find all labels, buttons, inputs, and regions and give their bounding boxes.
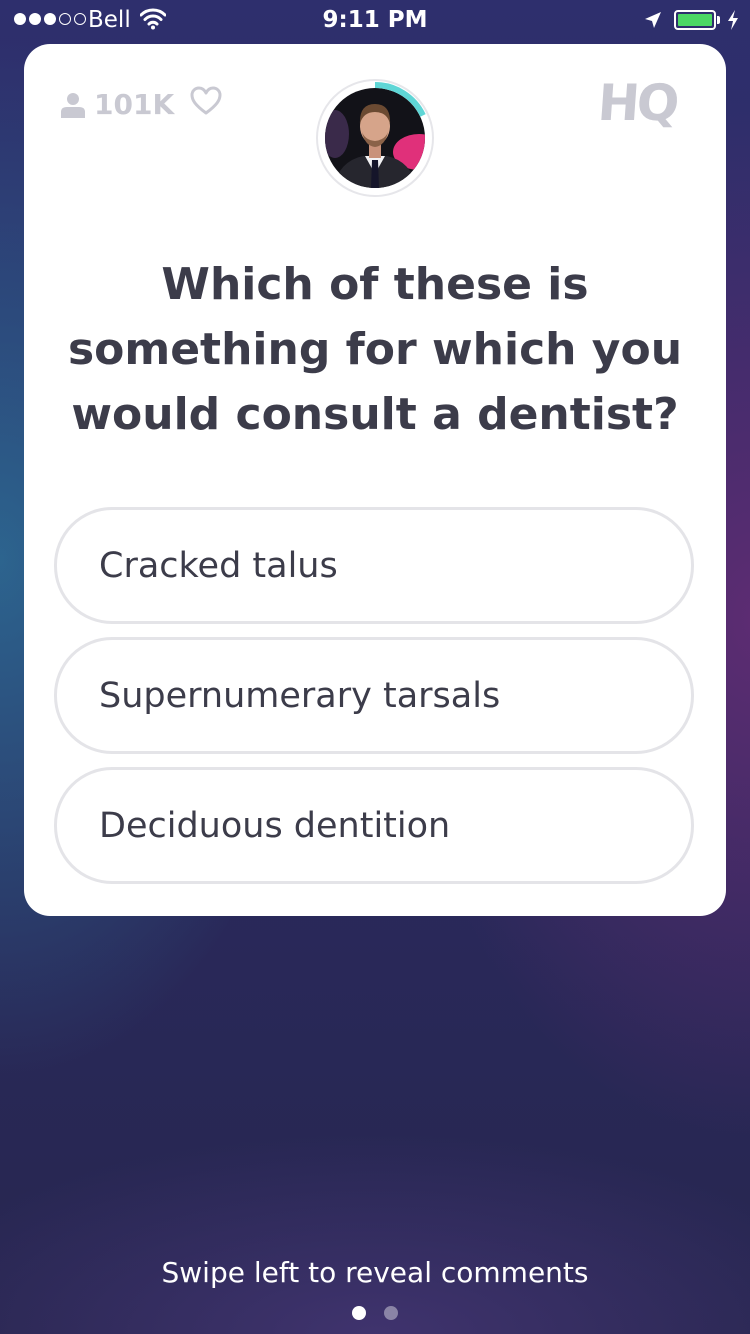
viewer-count-label: 101K [94,88,175,121]
viewer-count: 101K [60,88,174,121]
status-time: 9:11 PM [322,7,428,33]
answer-label: Deciduous dentition [99,805,451,846]
battery-icon [674,10,716,30]
heart-icon[interactable] [190,86,222,116]
charging-bolt-icon [728,10,738,30]
location-arrow-icon [645,12,661,28]
page-dot [384,1306,398,1320]
person-icon [61,92,85,118]
answer-label: Supernumerary tarsals [99,675,501,716]
hq-logo-text: HQ [600,74,680,130]
swipe-hint: Swipe left to reveal comments [161,1256,589,1289]
battery-fill [678,14,712,26]
page-dot [352,1306,366,1320]
hq-logo: HQ [600,74,680,130]
answer-option-2[interactable]: Supernumerary tarsals [54,637,694,754]
status-bar: Bell 9:11 PM [0,0,750,40]
answer-option-3[interactable]: Deciduous dentition [54,767,694,884]
answer-option-1[interactable]: Cracked talus [54,507,694,624]
answer-label: Cracked talus [99,545,338,586]
battery-tip [717,16,720,24]
question-text: Which of these is something for which yo… [67,259,683,440]
page-indicator[interactable] [0,1306,750,1320]
host-avatar [316,79,434,197]
question-card: 101K HQ Which of these is something for … [24,44,726,916]
